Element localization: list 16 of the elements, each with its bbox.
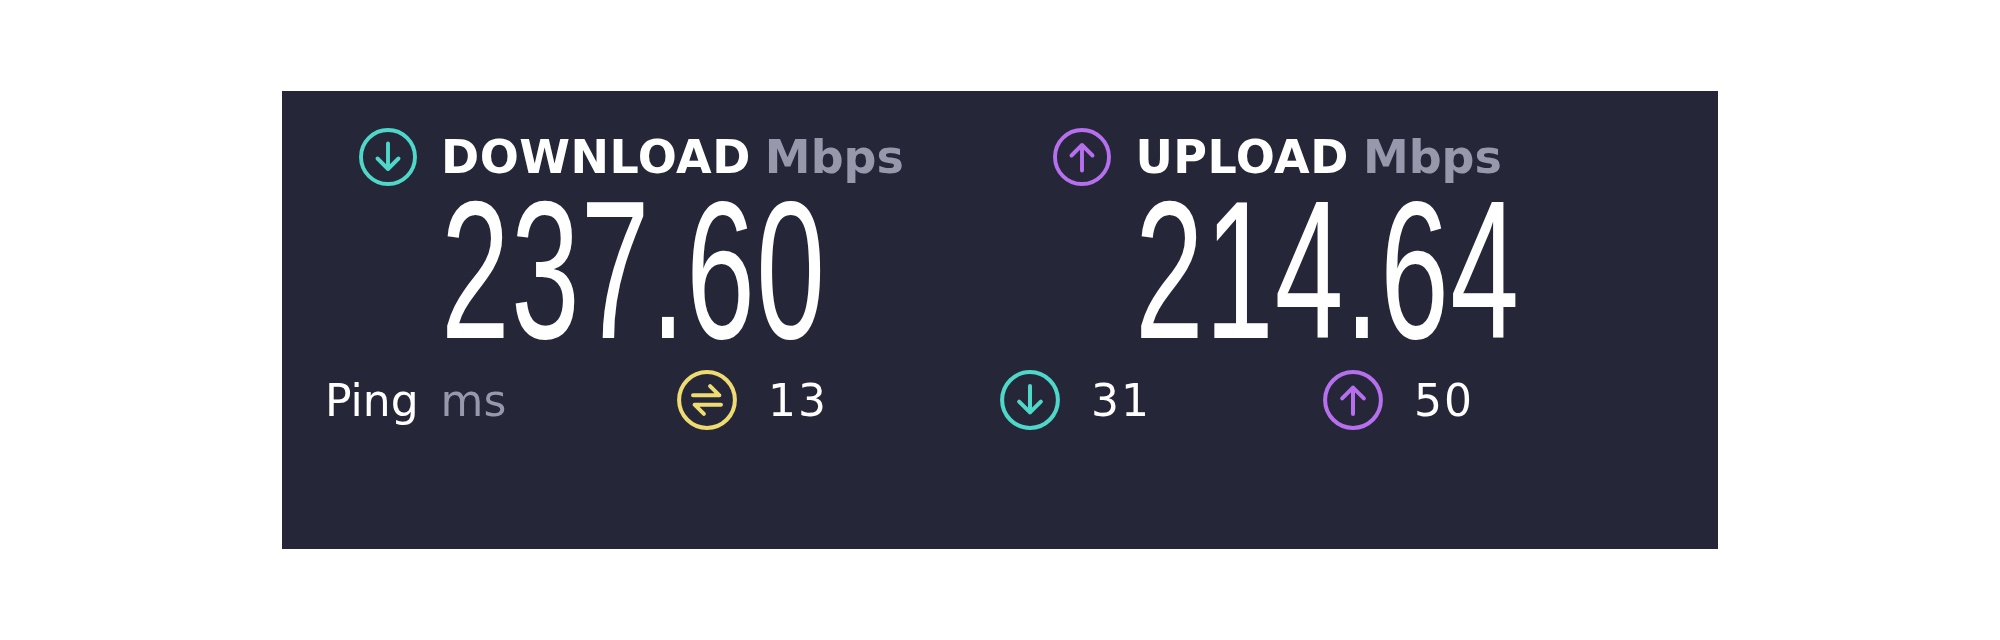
unit-label: ms xyxy=(440,374,507,426)
unit-label: Mbps xyxy=(764,130,904,184)
download-icon xyxy=(358,127,418,187)
speed-label: UPLOAD xyxy=(1135,130,1349,184)
ping-value: 31 xyxy=(1091,374,1151,426)
upload-icon xyxy=(1322,369,1384,431)
speed-value: 237.60 xyxy=(441,191,827,351)
download-icon xyxy=(999,369,1061,431)
ping-value: 13 xyxy=(768,374,828,426)
speed-label: DOWNLOAD xyxy=(441,130,751,184)
two-arrows-icon xyxy=(676,369,738,431)
ping-label: Ping xyxy=(325,374,419,426)
speed-value: 214.64 xyxy=(1135,191,1521,351)
unit-label: Mbps xyxy=(1362,130,1502,184)
ping-value: 50 xyxy=(1414,374,1474,426)
upload-icon xyxy=(1052,127,1113,187)
